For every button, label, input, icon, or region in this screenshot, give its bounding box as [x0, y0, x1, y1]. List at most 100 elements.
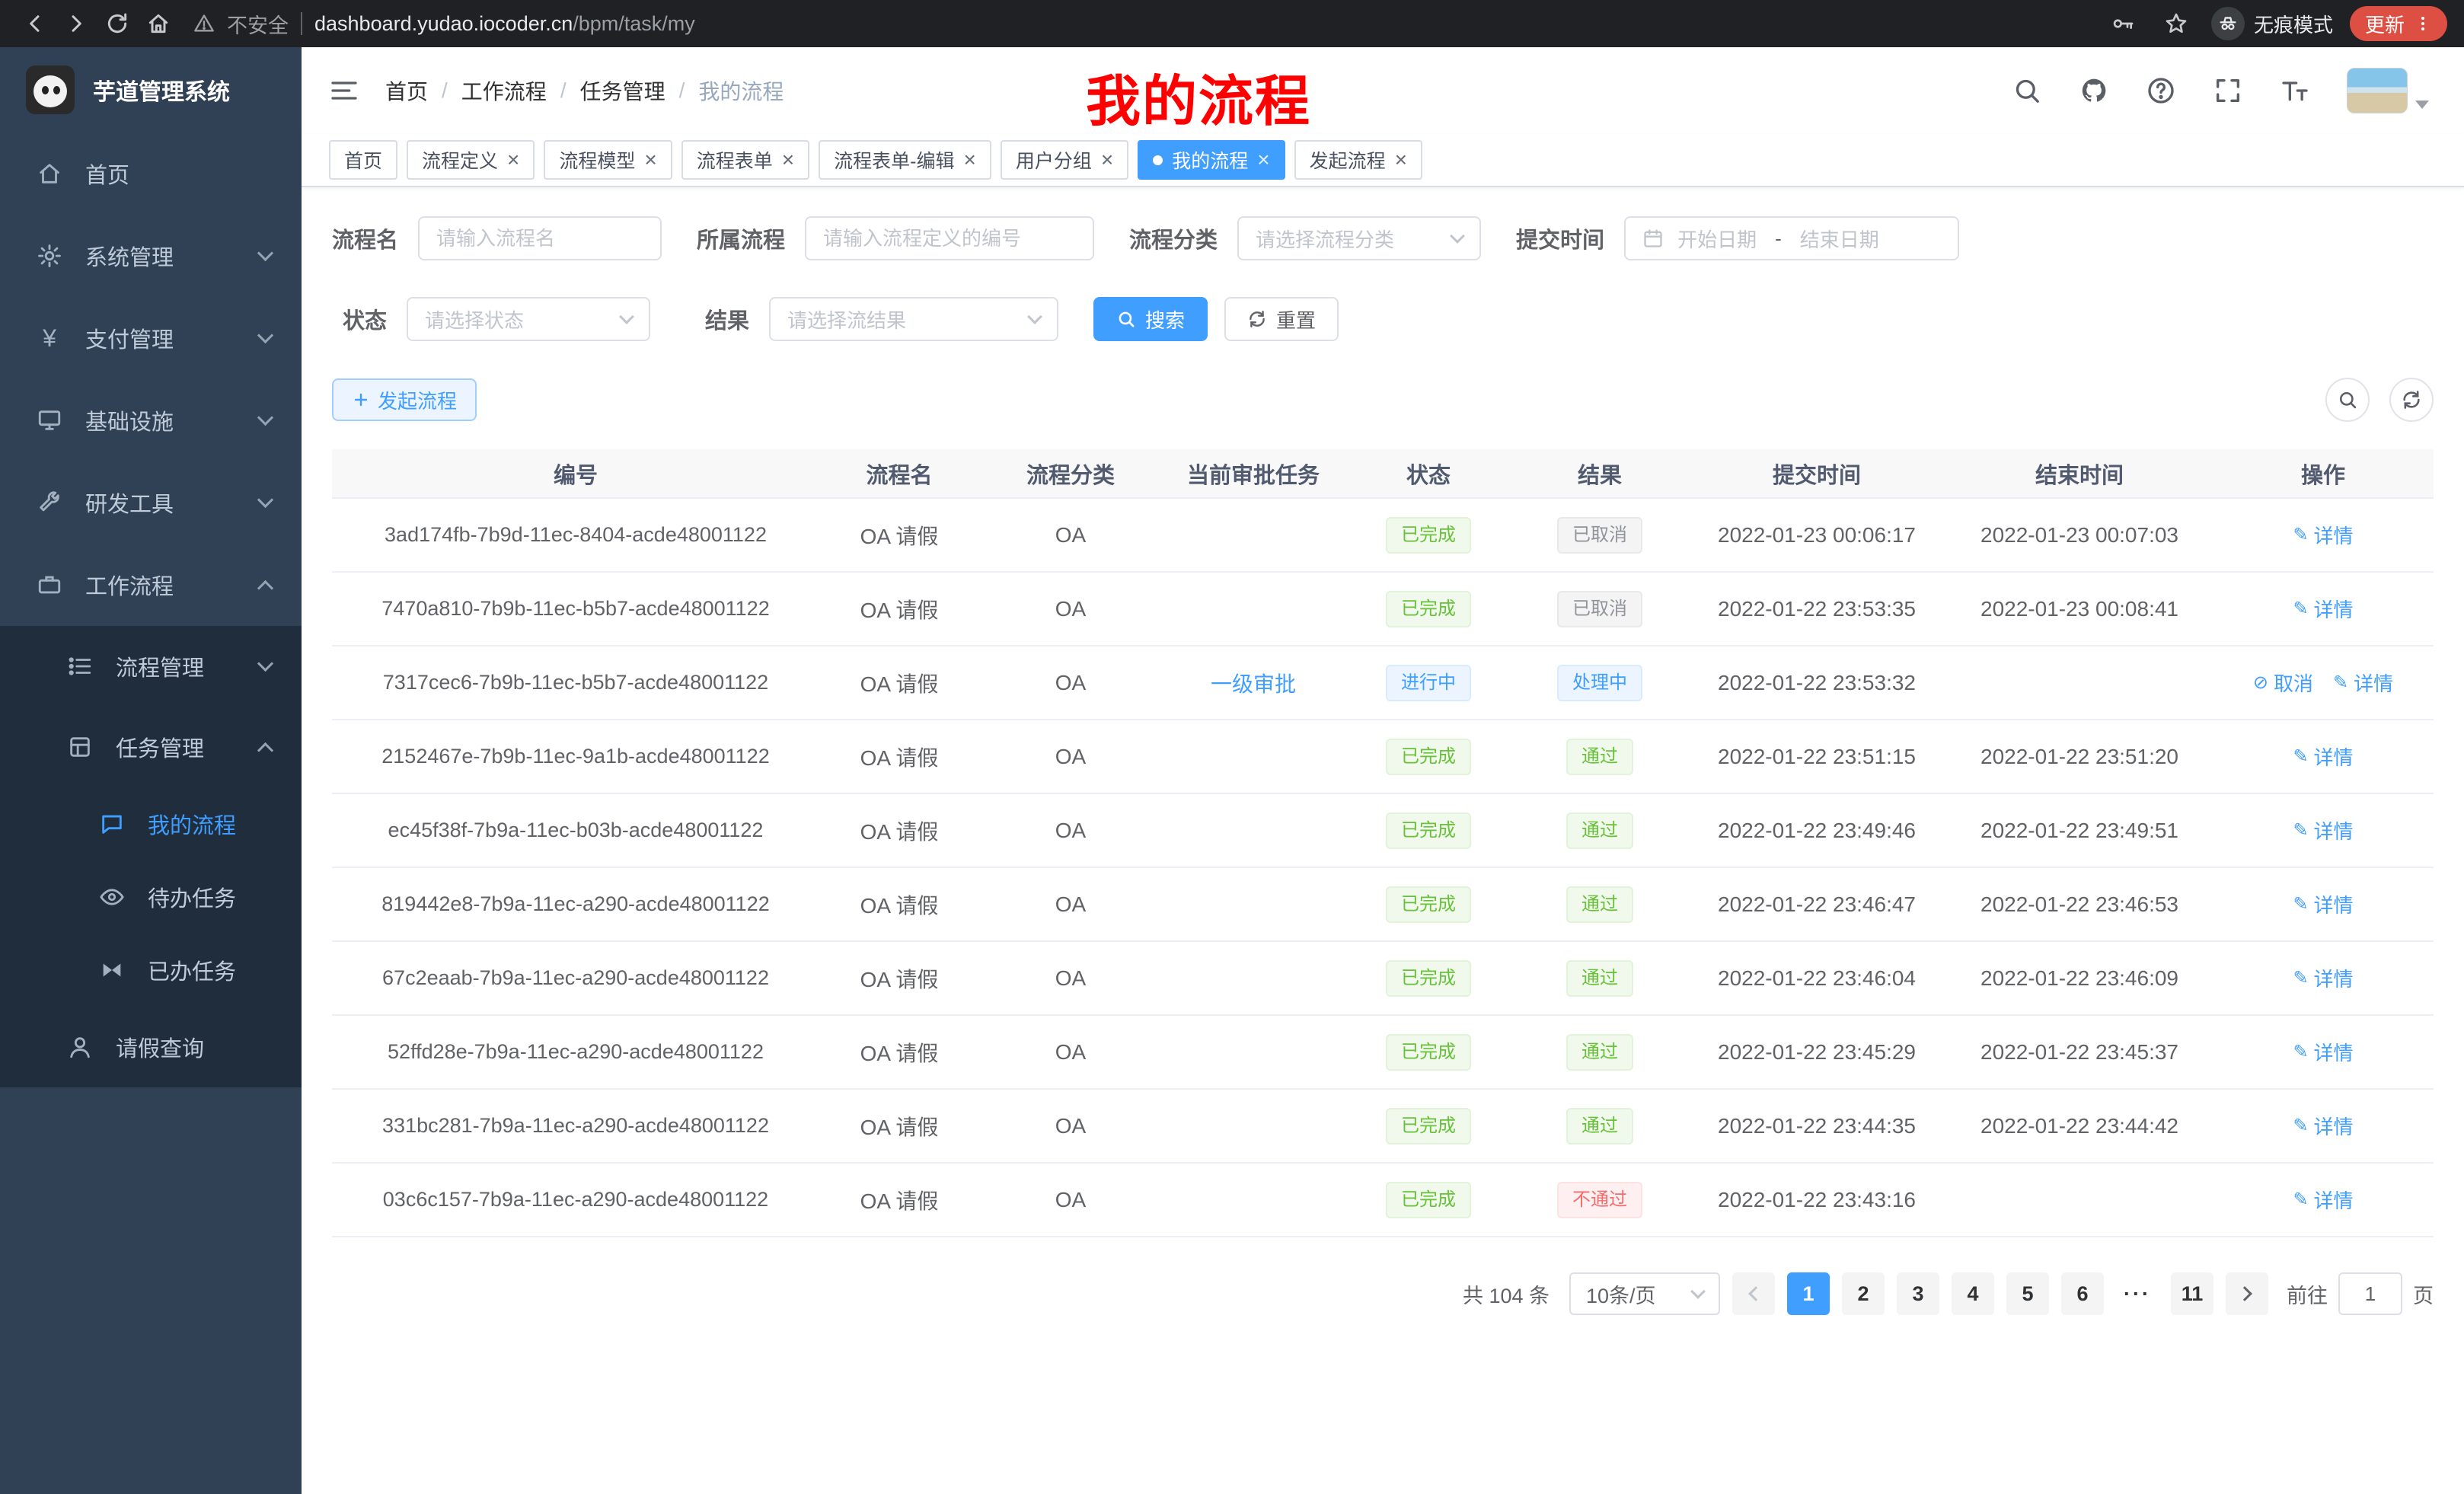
- search-button[interactable]: 搜索: [1093, 297, 1208, 341]
- detail-action-link[interactable]: ✎详情: [2333, 669, 2393, 697]
- help-icon[interactable]: [2146, 75, 2176, 106]
- prev-page-button[interactable]: [1732, 1272, 1775, 1315]
- search-icon[interactable]: [2012, 75, 2042, 106]
- detail-action-link[interactable]: ✎详情: [2293, 521, 2353, 549]
- detail-action-link[interactable]: ✎详情: [2293, 595, 2353, 623]
- page-button-11[interactable]: 11: [2171, 1272, 2213, 1315]
- process-name: OA 请假: [819, 572, 979, 646]
- briefcase-icon: [35, 570, 64, 599]
- app-logo[interactable]: 芋道管理系统: [0, 47, 302, 132]
- chevron-down-icon: [257, 491, 273, 507]
- reload-icon[interactable]: [99, 5, 136, 42]
- detail-action-link[interactable]: ✎详情: [2293, 964, 2353, 992]
- close-icon[interactable]: ×: [1257, 149, 1269, 171]
- create-process-button[interactable]: 发起流程: [332, 378, 477, 421]
- toggle-search-button[interactable]: [2325, 378, 2370, 422]
- sidebar-toggle-icon[interactable]: [329, 75, 359, 106]
- total-count: 共 104 条: [1463, 1279, 1550, 1309]
- tab-流程模型[interactable]: 流程模型 ×: [544, 140, 672, 180]
- back-icon[interactable]: [17, 5, 53, 42]
- submit-time: 2022-01-22 23:43:16: [1687, 1163, 1946, 1237]
- row-actions: ✎详情: [2213, 867, 2434, 941]
- fullscreen-icon[interactable]: [2213, 75, 2243, 106]
- table-row: 331bc281-7b9a-11ec-a290-acde48001122 OA …: [332, 1089, 2434, 1163]
- sidebar-item-payment[interactable]: ¥ 支付管理: [0, 297, 302, 379]
- close-icon[interactable]: ×: [1101, 149, 1113, 171]
- breadcrumb-current: 我的流程: [698, 75, 784, 106]
- sidebar-item-infrastructure[interactable]: 基础设施: [0, 379, 302, 461]
- table-row: 3ad174fb-7b9d-11ec-8404-acde48001122 OA …: [332, 498, 2434, 572]
- sidebar-item-done-tasks[interactable]: 已办任务: [0, 934, 302, 1007]
- key-icon[interactable]: [2105, 5, 2141, 42]
- reset-button[interactable]: 重置: [1224, 297, 1339, 341]
- tab-我的流程[interactable]: 我的流程 ×: [1138, 140, 1285, 180]
- result-select[interactable]: 请选择流结果: [769, 297, 1058, 341]
- sidebar-item-devtools[interactable]: 研发工具: [0, 461, 302, 544]
- detail-action-link[interactable]: ✎详情: [2293, 1038, 2353, 1066]
- page-size-select[interactable]: 10条/页: [1569, 1272, 1720, 1315]
- address-bar[interactable]: 不安全 dashboard.yudao.iocoder.cn/bpm/task/…: [193, 9, 2085, 39]
- page-button-3[interactable]: 3: [1897, 1272, 1939, 1315]
- category-select[interactable]: 请选择流程分类: [1237, 216, 1481, 260]
- breadcrumb-home[interactable]: 首页: [385, 75, 428, 106]
- detail-action-link[interactable]: ✎详情: [2293, 742, 2353, 771]
- sidebar-item-todo-tasks[interactable]: 待办任务: [0, 860, 302, 934]
- sidebar-item-workflow[interactable]: 工作流程: [0, 544, 302, 626]
- process-name: OA 请假: [819, 646, 979, 720]
- edit-icon: ✎: [2293, 1041, 2308, 1063]
- page-button-6[interactable]: 6: [2061, 1272, 2104, 1315]
- tab-流程定义[interactable]: 流程定义 ×: [407, 140, 535, 180]
- tab-流程表单[interactable]: 流程表单 ×: [681, 140, 809, 180]
- page-ellipsis[interactable]: ···: [2116, 1272, 2159, 1315]
- submit-time-range-picker[interactable]: 开始日期 - 结束日期: [1624, 216, 1959, 260]
- cancel-icon: ⊘: [2253, 672, 2268, 694]
- sidebar-item-task-management[interactable]: 任务管理: [0, 707, 302, 787]
- breadcrumb-task[interactable]: 任务管理: [580, 75, 665, 106]
- user-menu[interactable]: [2347, 68, 2429, 113]
- page-button-1[interactable]: 1: [1787, 1272, 1830, 1315]
- sidebar-item-system[interactable]: 系统管理: [0, 215, 302, 297]
- detail-action-link[interactable]: ✎详情: [2293, 890, 2353, 918]
- table-row: ec45f38f-7b9a-11ec-b03b-acde48001122 OA …: [332, 793, 2434, 867]
- sidebar-item-process-management[interactable]: 流程管理: [0, 626, 302, 707]
- current-task: [1162, 498, 1345, 572]
- current-task: [1162, 1015, 1345, 1089]
- font-size-icon[interactable]: [2280, 75, 2310, 106]
- update-button[interactable]: 更新: [2350, 6, 2447, 41]
- edit-icon: ✎: [2293, 893, 2308, 915]
- next-page-button[interactable]: [2226, 1272, 2268, 1315]
- workflow-submenu: 流程管理 任务管理 我的流程 待办任务 已办任务 请假: [0, 626, 302, 1087]
- sidebar-item-home[interactable]: 首页: [0, 132, 302, 215]
- process-def-input[interactable]: [823, 227, 1076, 251]
- tab-发起流程[interactable]: 发起流程 ×: [1294, 140, 1422, 180]
- status-select[interactable]: 请选择状态: [407, 297, 650, 341]
- refresh-table-button[interactable]: [2389, 378, 2434, 422]
- page-button-2[interactable]: 2: [1842, 1272, 1885, 1315]
- detail-action-link[interactable]: ✎详情: [2293, 1112, 2353, 1140]
- github-icon[interactable]: [2079, 75, 2109, 106]
- goto-page-input[interactable]: [2338, 1272, 2402, 1315]
- detail-action-link[interactable]: ✎详情: [2293, 816, 2353, 844]
- tab-首页[interactable]: 首页: [329, 140, 397, 180]
- current-task-link[interactable]: 一级审批: [1211, 672, 1296, 696]
- sidebar-item-leave-query[interactable]: 请假查询: [0, 1007, 302, 1087]
- process-name-input[interactable]: [436, 227, 643, 251]
- close-icon[interactable]: ×: [782, 149, 794, 171]
- tab-流程表单-编辑[interactable]: 流程表单-编辑 ×: [819, 140, 991, 180]
- home-icon[interactable]: [140, 5, 177, 42]
- page-button-4[interactable]: 4: [1952, 1272, 1994, 1315]
- goto-label: 前往: [2287, 1279, 2328, 1309]
- close-icon[interactable]: ×: [507, 149, 519, 171]
- page-button-5[interactable]: 5: [2006, 1272, 2049, 1315]
- detail-action-link[interactable]: ✎详情: [2293, 1186, 2353, 1214]
- sidebar-item-my-process[interactable]: 我的流程: [0, 787, 302, 860]
- breadcrumb-workflow[interactable]: 工作流程: [461, 75, 547, 106]
- close-icon[interactable]: ×: [963, 149, 975, 171]
- cancel-action-link[interactable]: ⊘取消: [2253, 669, 2313, 697]
- security-label: 不安全: [227, 9, 289, 39]
- tab-用户分组[interactable]: 用户分组 ×: [1001, 140, 1128, 180]
- forward-icon[interactable]: [58, 5, 94, 42]
- close-icon[interactable]: ×: [644, 149, 656, 171]
- close-icon[interactable]: ×: [1395, 149, 1407, 171]
- bookmark-star-icon[interactable]: [2158, 5, 2194, 42]
